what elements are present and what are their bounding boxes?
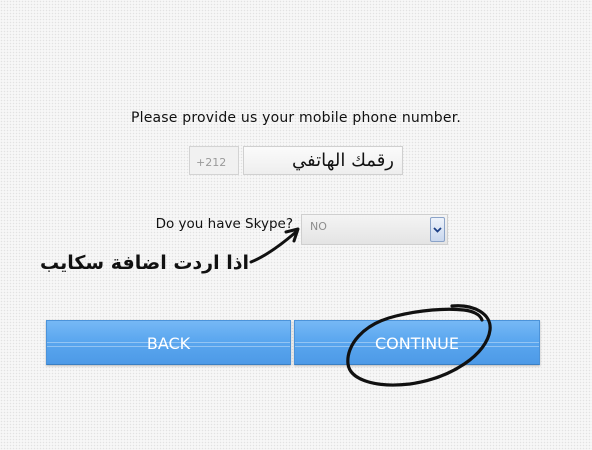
annotation-text: اذا اردت اضافة سكايب — [40, 252, 249, 274]
chevron-down-icon — [433, 227, 442, 233]
country-code-field[interactable]: +212 — [189, 146, 239, 175]
annotation-arrow-icon — [249, 227, 300, 264]
back-button-label: BACK — [146, 334, 191, 353]
skype-selected-value: NO — [310, 220, 327, 233]
dropdown-arrow-button[interactable] — [430, 217, 445, 242]
continue-button-label: CONTINUE — [374, 334, 459, 353]
phone-prompt-text: Please provide us your mobile phone numb… — [130, 110, 462, 126]
back-button[interactable]: BACK — [46, 320, 291, 365]
skype-select[interactable]: NO — [301, 214, 448, 245]
phone-number-input[interactable] — [243, 146, 403, 175]
continue-button[interactable]: CONTINUE — [294, 320, 540, 365]
